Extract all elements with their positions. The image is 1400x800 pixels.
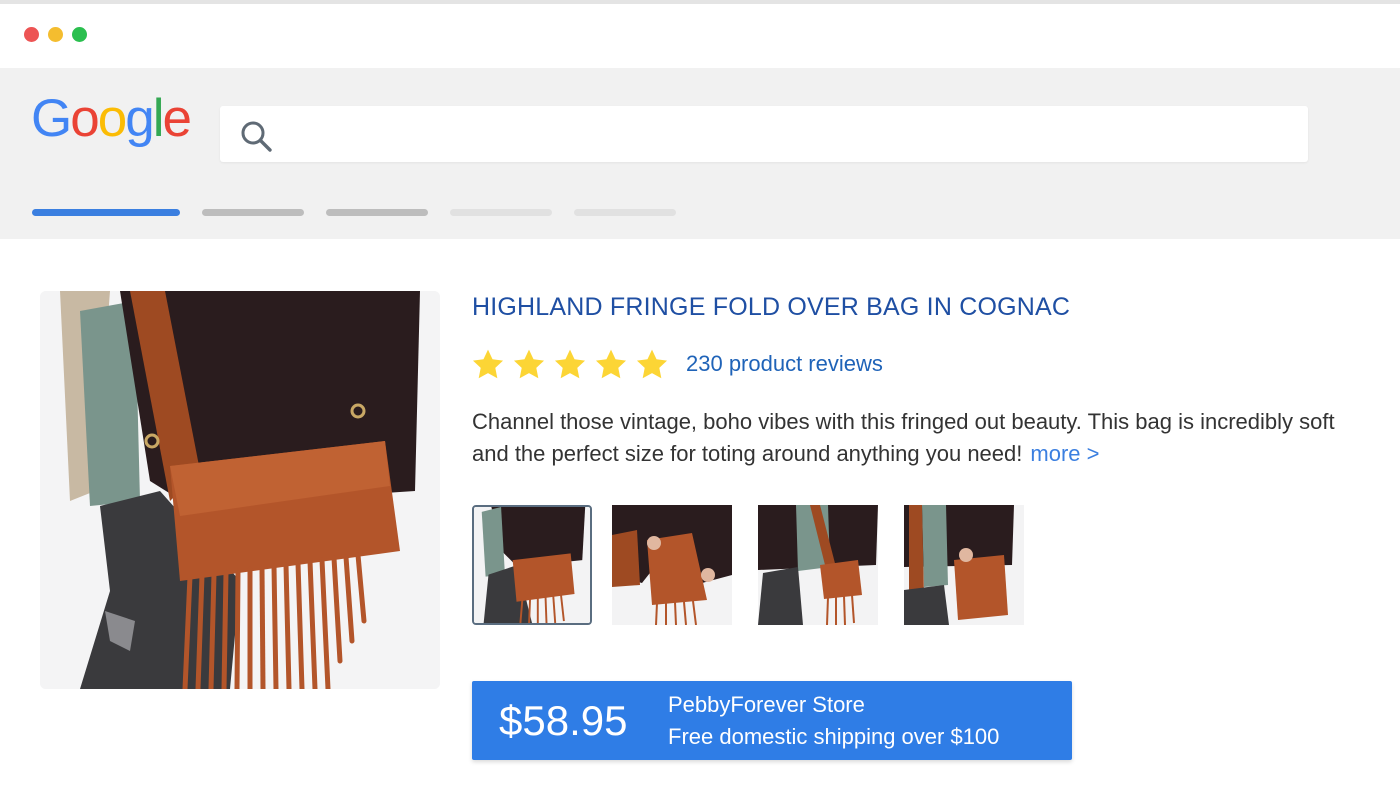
tab-5[interactable] [574,209,676,216]
close-window-button[interactable] [24,27,39,42]
maximize-window-button[interactable] [72,27,87,42]
google-logo[interactable]: Google [31,92,192,145]
product-thumbnail-3[interactable] [758,505,878,625]
minimize-window-button[interactable] [48,27,63,42]
tab-2[interactable] [202,209,304,216]
star-icon [513,349,545,379]
star-icon [595,349,627,379]
more-link[interactable]: more > [1030,441,1099,466]
search-header: Google [0,68,1400,239]
price-offer-bar[interactable]: $58.95 PebbyForever Store Free domestic … [472,681,1072,760]
tab-1-active[interactable] [32,209,180,216]
product-photo [40,291,440,689]
star-icon [636,349,668,379]
description-text: Channel those vintage, boho vibes with t… [472,409,1335,466]
product-main-image[interactable] [40,291,440,689]
price: $58.95 [499,697,628,744]
product-thumbnail-4[interactable] [904,505,1024,625]
product-thumbnail-2[interactable] [612,505,732,625]
thumbnail-photo [612,505,732,625]
search-input[interactable] [220,106,1308,162]
product-title[interactable]: HIGHLAND FRINGE FOLD OVER BAG IN COGNAC [472,293,1070,322]
tab-4[interactable] [450,209,552,216]
thumbnail-photo [904,505,1024,625]
star-rating [470,347,670,382]
star-icon [472,349,504,379]
thumbnail-photo [474,507,590,623]
thumbnail-photo [758,505,878,625]
store-name: PebbyForever Store [668,692,865,717]
tab-3[interactable] [326,209,428,216]
search-icon[interactable] [239,119,273,153]
shipping-info: Free domestic shipping over $100 [668,724,1000,749]
window-controls [24,27,87,42]
star-icon [554,349,586,379]
product-description: Channel those vintage, boho vibes with t… [472,406,1352,470]
browser-window: Google HIGHLAND FRINGE FOLD OVER BAG IN … [0,0,1400,800]
reviews-link[interactable]: 230 product reviews [686,351,883,377]
product-thumbnail-1[interactable] [472,505,592,625]
